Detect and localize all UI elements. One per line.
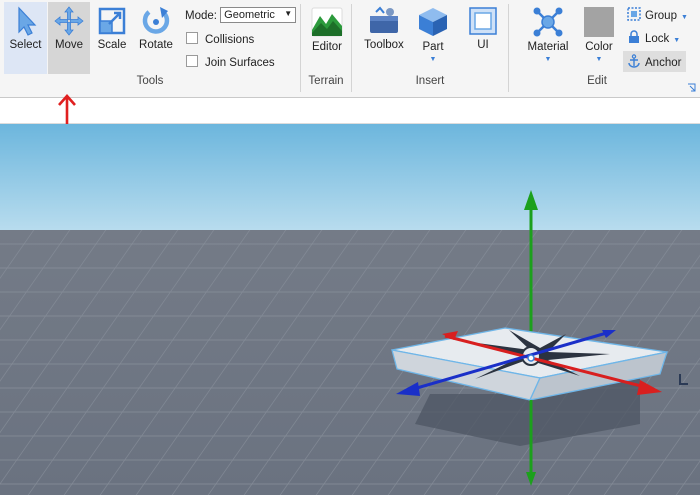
material-button[interactable]: Material ▼ [523,2,573,74]
move-arrows-icon [54,6,84,36]
lock-icon [629,30,639,43]
select-button[interactable]: Select [4,2,47,74]
toolbox-button[interactable]: Toolbox [360,2,408,74]
ribbon-toolbar: Select Move Scale Rotate Mode: Geometric… [0,0,700,98]
mode-row: Mode: Geometric ▼ [185,7,297,23]
tools-group-title: Tools [136,75,164,87]
insert-group: Toolbox Part ▼ UI Insert [352,0,508,95]
terrain-group: Editor Terrain [301,0,351,95]
part-dropdown-caret-icon[interactable]: ▼ [412,56,454,63]
edit-group-title: Edit [587,75,607,87]
tools-group: Select Move Scale Rotate Mode: Geometric… [0,0,300,95]
cursor-icon [17,6,36,36]
terrain-group-title: Terrain [308,75,344,87]
material-dropdown-caret-icon[interactable]: ▼ [523,56,573,63]
collisions-checkbox[interactable] [186,32,198,44]
mode-label: Mode: [185,10,217,22]
3d-viewport[interactable] [0,124,700,495]
collisions-row[interactable]: Collisions [186,32,254,46]
pivot-point [527,354,535,362]
join-surfaces-checkbox[interactable] [186,55,198,67]
dropdown-caret-icon: ▼ [284,9,293,18]
viewport-scene [0,124,700,495]
edit-group: Material ▼ Color ▼ Group ▼ Lock ▼ Anchor… [509,0,700,95]
scale-icon [98,7,126,35]
anchor-icon [628,54,640,68]
terrain-icon [311,7,343,37]
mode-dropdown[interactable]: Geometric ▼ [220,7,297,23]
scale-button[interactable]: Scale [93,2,131,74]
sky [0,124,700,230]
terrain-editor-button[interactable]: Editor [304,2,350,74]
ui-frame-icon [469,7,497,35]
group-button[interactable]: Group ▼ [627,7,688,22]
lock-caret-icon: ▼ [673,37,681,44]
anchor-button[interactable]: Anchor [623,51,687,72]
edit-expand-icon[interactable] [687,83,696,92]
mode-value: Geometric [224,9,275,21]
lock-button[interactable]: Lock ▼ [627,30,680,45]
part-cube-icon [419,8,447,36]
annotation-arrow-icon [58,94,76,126]
insert-group-title: Insert [415,75,445,87]
ui-button[interactable]: UI [464,2,502,74]
color-swatch-icon [584,7,614,37]
color-dropdown-caret-icon[interactable]: ▼ [579,56,619,63]
toolbox-icon [370,6,398,33]
group-icon [627,7,641,21]
tab-strip [0,98,700,124]
part-button[interactable]: Part ▼ [412,2,454,74]
rotate-icon [142,7,170,34]
join-surfaces-row[interactable]: Join Surfaces [186,55,275,69]
color-button[interactable]: Color ▼ [579,2,619,74]
material-icon [533,7,563,37]
move-button[interactable]: Move [48,2,90,74]
group-caret-icon: ▼ [680,14,688,21]
rotate-button[interactable]: Rotate [134,2,178,74]
